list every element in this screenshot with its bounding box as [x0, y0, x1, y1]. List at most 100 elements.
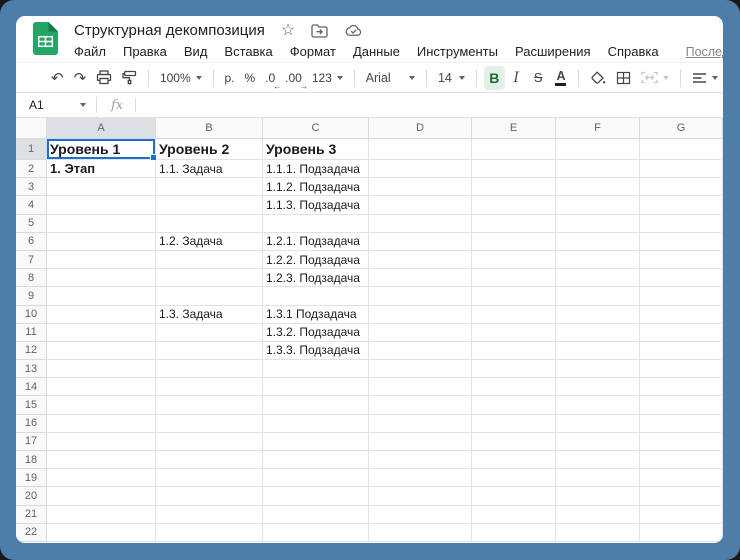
cell-B3[interactable] [156, 178, 263, 196]
cell-F4[interactable] [556, 196, 640, 214]
cell-G1[interactable] [640, 139, 723, 160]
cell-F2[interactable] [556, 160, 640, 178]
cell-A6[interactable] [47, 233, 156, 251]
cell-F15[interactable] [556, 396, 640, 414]
cell-E7[interactable] [472, 251, 556, 269]
cell-D2[interactable] [369, 160, 472, 178]
row-header-21[interactable]: 21 [16, 506, 47, 524]
cell-G10[interactable] [640, 306, 723, 324]
cell-E21[interactable] [472, 506, 556, 524]
cell-D9[interactable] [369, 287, 472, 305]
cell-D1[interactable] [369, 139, 472, 160]
cell-F7[interactable] [556, 251, 640, 269]
cell-B4[interactable] [156, 196, 263, 214]
cell-G17[interactable] [640, 433, 723, 451]
cell-D19[interactable] [369, 469, 472, 487]
cell-G2[interactable] [640, 160, 723, 178]
column-header-F[interactable]: F [556, 118, 640, 139]
row-header-13[interactable]: 13 [16, 360, 47, 378]
cell-B6[interactable]: 1.2. Задача [156, 233, 263, 251]
cell-B19[interactable] [156, 469, 263, 487]
cell-D10[interactable] [369, 306, 472, 324]
cell-F6[interactable] [556, 233, 640, 251]
row-header-5[interactable]: 5 [16, 215, 47, 233]
cell-B7[interactable] [156, 251, 263, 269]
cell-E10[interactable] [472, 306, 556, 324]
cell-D15[interactable] [369, 396, 472, 414]
cell-B2[interactable]: 1.1. Задача [156, 160, 263, 178]
cell-E19[interactable] [472, 469, 556, 487]
cell-F3[interactable] [556, 178, 640, 196]
cell-F11[interactable] [556, 324, 640, 342]
cell-F9[interactable] [556, 287, 640, 305]
cell-G9[interactable] [640, 287, 723, 305]
cell-B11[interactable] [156, 324, 263, 342]
cell-G11[interactable] [640, 324, 723, 342]
cell-A22[interactable] [47, 524, 156, 542]
cell-A15[interactable] [47, 396, 156, 414]
row-header-17[interactable]: 17 [16, 433, 47, 451]
menu-item-insert[interactable]: Вставка [224, 44, 272, 59]
column-header-E[interactable]: E [472, 118, 556, 139]
cell-B16[interactable] [156, 415, 263, 433]
italic-button[interactable]: I [507, 66, 526, 90]
cell-B14[interactable] [156, 378, 263, 396]
text-color-button[interactable]: A [551, 66, 572, 90]
cell-D11[interactable] [369, 324, 472, 342]
cell-C4[interactable]: 1.1.3. Подзадача [263, 196, 369, 214]
cell-A19[interactable] [47, 469, 156, 487]
merge-cells-button[interactable] [637, 66, 673, 90]
cell-C15[interactable] [263, 396, 369, 414]
cell-G8[interactable] [640, 269, 723, 287]
horizontal-align-button[interactable] [688, 66, 722, 90]
cell-C18[interactable] [263, 451, 369, 469]
cell-F17[interactable] [556, 433, 640, 451]
column-header-C[interactable]: C [263, 118, 369, 139]
cell-D8[interactable] [369, 269, 472, 287]
fill-color-button[interactable] [586, 66, 610, 90]
cell-F22[interactable] [556, 524, 640, 542]
cell-C9[interactable] [263, 287, 369, 305]
row-header-20[interactable]: 20 [16, 487, 47, 505]
menu-item-extensions[interactable]: Расширения [515, 44, 591, 59]
cell-E9[interactable] [472, 287, 556, 305]
cell-E16[interactable] [472, 415, 556, 433]
row-header-2[interactable]: 2 [16, 160, 47, 178]
cell-E5[interactable] [472, 215, 556, 233]
cell-D16[interactable] [369, 415, 472, 433]
cell-F19[interactable] [556, 469, 640, 487]
font-family-select[interactable]: Arial [362, 66, 420, 90]
cell-D21[interactable] [369, 506, 472, 524]
cell-C3[interactable]: 1.1.2. Подзадача [263, 178, 369, 196]
cell-C10[interactable]: 1.3.1 Подзадача [263, 306, 369, 324]
font-size-select[interactable]: 14 [434, 66, 469, 90]
cell-B9[interactable] [156, 287, 263, 305]
cell-A16[interactable] [47, 415, 156, 433]
cell-E2[interactable] [472, 160, 556, 178]
cell-A21[interactable] [47, 506, 156, 524]
row-header-12[interactable]: 12 [16, 342, 47, 360]
cell-A3[interactable] [47, 178, 156, 196]
cell-C16[interactable] [263, 415, 369, 433]
cell-B22[interactable] [156, 524, 263, 542]
currency-format-button[interactable]: р. [220, 66, 238, 90]
cell-B12[interactable] [156, 342, 263, 360]
cell-F18[interactable] [556, 451, 640, 469]
row-header-11[interactable]: 11 [16, 324, 47, 342]
cell-B8[interactable] [156, 269, 263, 287]
cell-F10[interactable] [556, 306, 640, 324]
borders-button[interactable] [612, 66, 635, 90]
cell-B1[interactable]: Уровень 2 [156, 139, 263, 160]
cell-F21[interactable] [556, 506, 640, 524]
menu-item-edit[interactable]: Правка [123, 44, 167, 59]
number-format-button[interactable]: 123 [308, 66, 347, 90]
cell-D7[interactable] [369, 251, 472, 269]
cell-B21[interactable] [156, 506, 263, 524]
percent-format-button[interactable]: % [240, 66, 259, 90]
grid-corner[interactable] [16, 118, 47, 139]
row-header-3[interactable]: 3 [16, 178, 47, 196]
column-header-G[interactable]: G [640, 118, 723, 139]
cell-E13[interactable] [472, 360, 556, 378]
cell-G12[interactable] [640, 342, 723, 360]
print-button[interactable] [92, 66, 116, 90]
